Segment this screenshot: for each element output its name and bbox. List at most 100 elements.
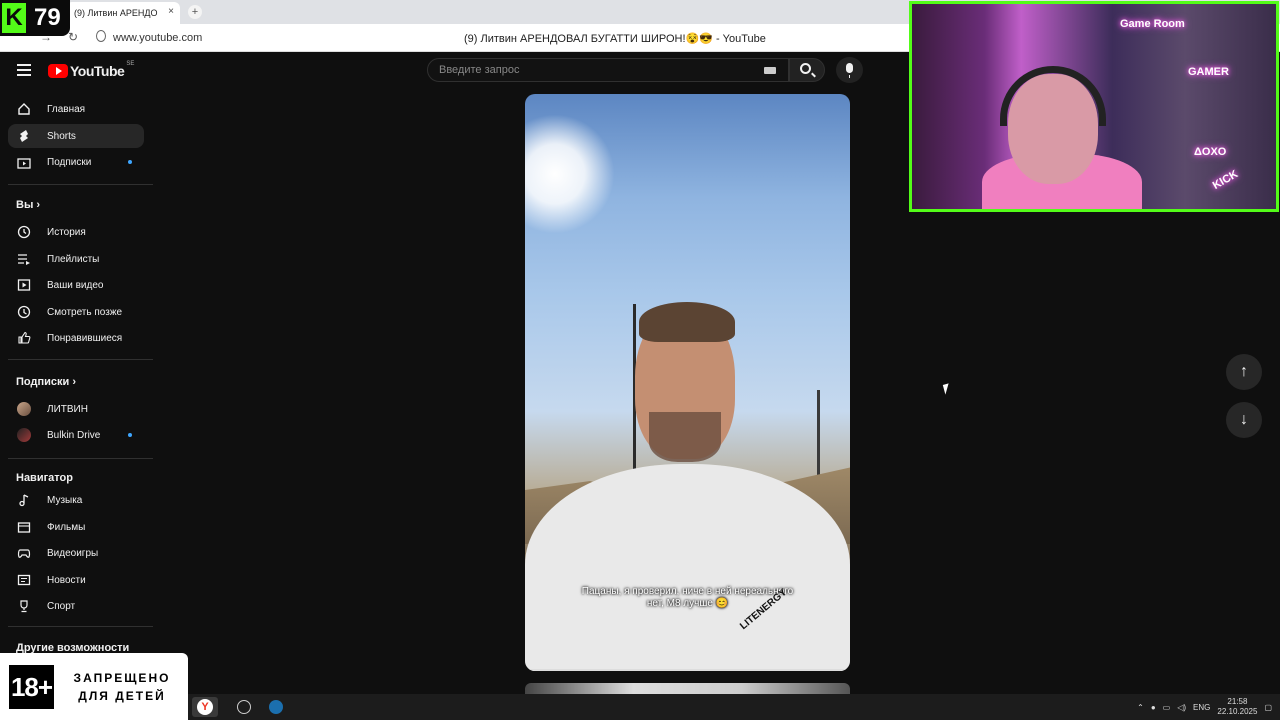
sidebar-item-movies[interactable]: Фильмы — [8, 515, 144, 539]
channel-name: Bulkin Drive — [47, 429, 101, 441]
taskbar-steam[interactable] — [266, 697, 286, 717]
voice-search-button[interactable] — [836, 57, 863, 83]
windows-taskbar: Y ⌃ ● ▭ ◁) ENG 21:58 22.10.2025 ▢ — [188, 694, 1280, 720]
sidebar-item-watch-later[interactable]: Смотреть позже — [8, 300, 144, 324]
clock-date: 22.10.2025 — [1217, 707, 1258, 716]
sidebar-item-label: Спорт — [47, 600, 76, 612]
system-tray: ⌃ ● ▭ ◁) ENG 21:58 22.10.2025 ▢ — [1130, 694, 1272, 720]
sidebar-item-playlists[interactable]: Плейлисты — [8, 247, 144, 271]
sidebar-item-label: Смотреть позже — [47, 306, 123, 318]
sidebar-item-home[interactable]: Главная — [8, 97, 144, 121]
browser-tab[interactable]: (9) Литвин АРЕНДО × — [66, 2, 180, 24]
your-videos-icon — [17, 278, 31, 292]
video-frame-sun — [525, 114, 615, 234]
sidebar-item-liked[interactable]: Понравившиеся — [8, 326, 144, 350]
site-info-icon[interactable] — [96, 30, 106, 42]
video-frame-person-hair — [639, 302, 735, 342]
age-restriction-overlay: 18+ ЗАПРЕЩЕНО ДЛЯ ДЕТЕЙ — [0, 653, 188, 720]
history-icon — [17, 225, 31, 239]
age-warning-text: ЗАПРЕЩЕНО ДЛЯ ДЕТЕЙ — [73, 671, 171, 703]
neon-sign: GAMER — [1188, 66, 1229, 78]
network-icon[interactable]: ▭ — [1163, 703, 1171, 712]
new-content-dot — [128, 160, 132, 164]
sidebar-item-your-videos[interactable]: Ваши видео — [8, 273, 144, 297]
movies-icon — [17, 520, 31, 534]
avatar — [17, 428, 31, 442]
shorts-video-player[interactable]: Пацаны, я проверил, ниче в ней нереально… — [525, 94, 850, 671]
mouse-cursor — [942, 383, 952, 395]
search-input[interactable]: Введите запрос — [427, 58, 789, 82]
video-frame-person-body — [525, 464, 850, 671]
video-frame-person-beard — [649, 412, 721, 462]
sidebar-item-subscriptions[interactable]: Подписки — [8, 150, 144, 174]
playlists-icon — [17, 252, 31, 266]
tab-title: (9) Литвин АРЕНДО — [74, 8, 158, 18]
new-content-dot — [128, 433, 132, 437]
divider — [8, 359, 153, 360]
sidebar-item-label: Shorts — [47, 130, 76, 142]
sidebar-channel-bulkin[interactable]: Bulkin Drive — [8, 423, 144, 447]
language-indicator[interactable]: ENG — [1193, 703, 1210, 712]
arrow-up-icon: ↑ — [1240, 363, 1248, 380]
sidebar-item-label: Понравившиеся — [47, 332, 123, 344]
notifications-icon[interactable]: ▢ — [1264, 703, 1272, 712]
you-heading[interactable]: Вы › — [16, 199, 40, 211]
url-field[interactable]: www.youtube.com — [113, 32, 202, 44]
taskbar-yandex-browser[interactable]: Y — [192, 697, 218, 717]
new-tab-button[interactable]: + — [188, 5, 202, 19]
neon-sign: ΔOXO — [1194, 146, 1227, 158]
sidebar-item-label: Плейлисты — [47, 253, 100, 265]
sidebar-item-news[interactable]: Новости — [8, 568, 144, 592]
music-icon — [17, 493, 31, 507]
sidebar-item-label: Музыка — [47, 494, 83, 506]
tray-expand-icon[interactable]: ⌃ — [1137, 703, 1144, 712]
youtube-play-icon — [48, 64, 68, 78]
sidebar-item-label: Новости — [47, 574, 86, 586]
sidebar-item-history[interactable]: История — [8, 220, 144, 244]
home-icon — [17, 102, 31, 116]
sidebar-item-gaming[interactable]: Видеоигры — [8, 541, 144, 565]
clock-time: 21:58 — [1227, 697, 1248, 706]
clock[interactable]: 21:58 22.10.2025 — [1217, 697, 1257, 717]
search-placeholder: Введите запрос — [439, 64, 520, 76]
video-progress-bar[interactable] — [525, 669, 850, 671]
obs-icon — [237, 700, 251, 714]
sidebar-item-shorts[interactable]: Shorts — [8, 124, 144, 148]
search-button[interactable] — [789, 58, 825, 82]
screen: (9) Литвин АРЕНДО × + → ↻ www.youtube.co… — [0, 0, 1280, 720]
youtube-header: YouTube SE Введите запрос — [0, 52, 910, 90]
page-title: (9) Литвин АРЕНДОВАЛ БУГАТТИ ШИРОН!😵😎 - … — [464, 33, 766, 45]
taskbar-obs[interactable] — [234, 697, 254, 717]
tab-close-icon[interactable]: × — [168, 6, 174, 17]
subscriptions-heading[interactable]: Подписки › — [16, 376, 76, 388]
youtube-logo[interactable]: YouTube SE — [48, 61, 135, 79]
news-icon — [17, 573, 31, 587]
previous-short-button[interactable]: ↑ — [1226, 354, 1262, 390]
yandex-icon: Y — [197, 699, 213, 715]
keyboard-icon[interactable] — [764, 67, 776, 74]
streamer-webcam-overlay: Game Room GAMER ΔOXO KICK — [909, 1, 1279, 212]
sidebar-item-music[interactable]: Музыка — [8, 488, 144, 512]
sidebar-item-sports[interactable]: Спорт — [8, 594, 144, 618]
next-short-button[interactable]: ↓ — [1226, 402, 1262, 438]
menu-icon[interactable] — [17, 64, 31, 76]
channel-name: ЛИТВИН — [47, 403, 88, 415]
sidebar-channel-litvin[interactable]: ЛИТВИН — [8, 397, 144, 421]
shorts-icon — [17, 129, 31, 143]
sidebar-item-label: Фильмы — [47, 521, 86, 533]
subscriptions-icon — [17, 155, 31, 169]
sidebar-item-label: История — [47, 226, 86, 238]
reload-icon[interactable]: ↻ — [68, 30, 78, 44]
sidebar-item-label: Главная — [47, 103, 86, 115]
logo-region: SE — [126, 61, 135, 67]
microphone-icon[interactable]: ● — [1151, 703, 1156, 712]
neon-sign: KICK — [1210, 168, 1241, 192]
sidebar-item-label: Видеоигры — [47, 547, 99, 559]
steam-icon — [269, 700, 283, 714]
age-badge: 18+ — [9, 665, 54, 709]
video-progress-fill — [525, 669, 847, 671]
volume-icon[interactable]: ◁) — [1177, 703, 1186, 712]
liked-icon — [17, 331, 31, 345]
navigator-heading: Навигатор — [16, 472, 73, 484]
kick-count: 79 — [34, 4, 61, 31]
